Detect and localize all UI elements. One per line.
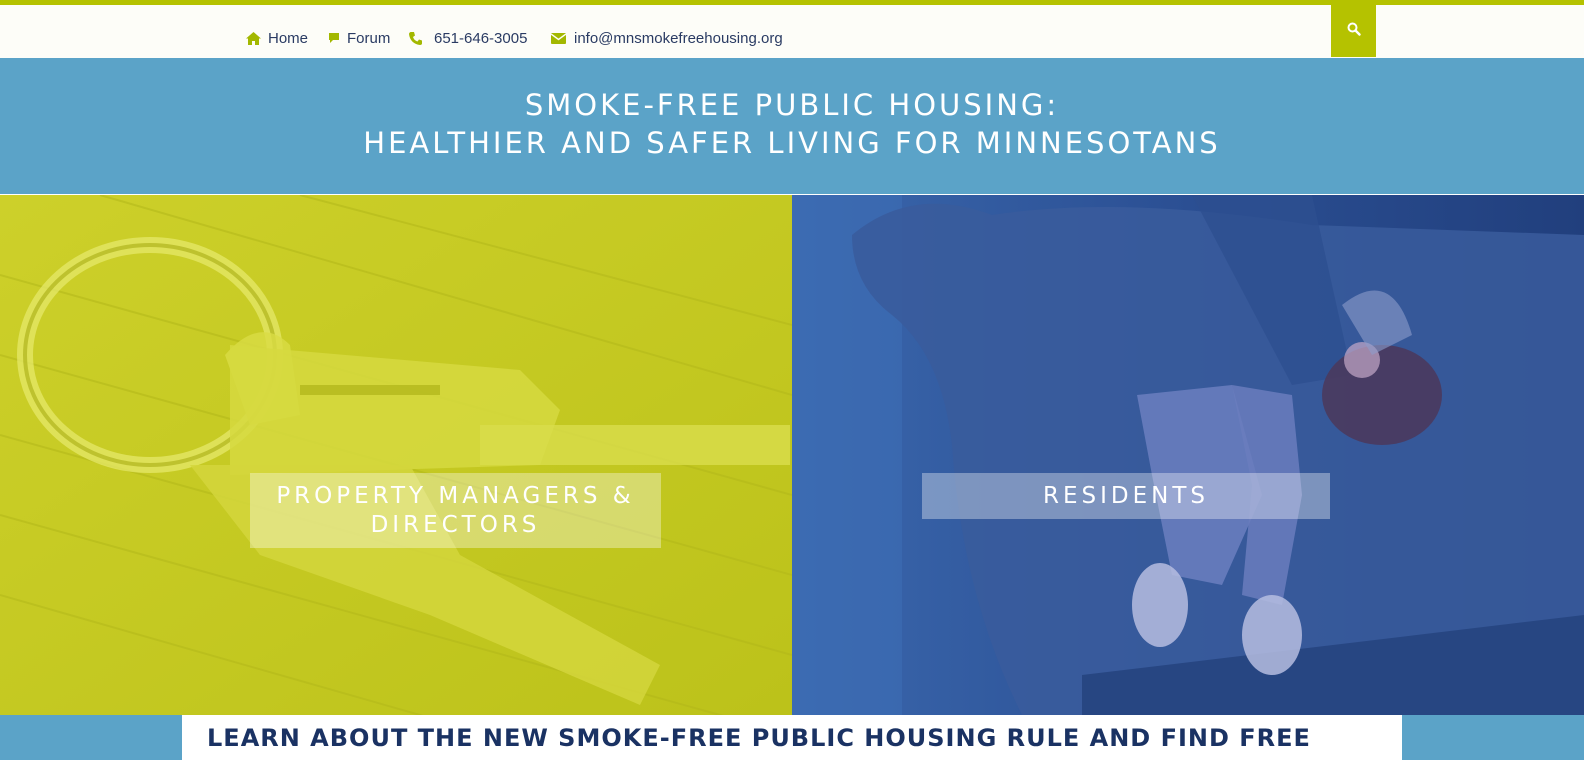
residents-panel[interactable]: RESIDENTS: [792, 195, 1584, 715]
nav-forum-label: Forum: [347, 29, 391, 47]
nav-email-label: info@mnsmokefreehousing.org: [574, 29, 783, 47]
envelope-icon: [551, 32, 566, 44]
nav-email-link[interactable]: info@mnsmokefreehousing.org: [551, 28, 783, 48]
hero-title-line-2: HEALTHIER AND SAFER LIVING FOR MINNESOTA…: [363, 126, 1221, 160]
hero-title-band: SMOKE-FREE PUBLIC HOUSING: HEALTHIER AND…: [0, 58, 1584, 194]
search-icon: [1347, 22, 1361, 41]
residents-label: RESIDENTS: [922, 473, 1330, 519]
child-and-puppy-photo: [792, 195, 1584, 715]
hero-title-line-1: SMOKE-FREE PUBLIC HOUSING:: [524, 88, 1060, 122]
announcement-banner[interactable]: LEARN ABOUT THE NEW SMOKE-FREE PUBLIC HO…: [182, 715, 1402, 760]
property-managers-label: PROPERTY MANAGERS & DIRECTORS: [250, 473, 661, 548]
nav-forum-link[interactable]: Forum: [328, 28, 390, 48]
property-managers-label-line-2: DIRECTORS: [370, 511, 541, 538]
phone-icon: [409, 31, 422, 45]
property-managers-label-line-1: PROPERTY MANAGERS &: [276, 482, 635, 509]
home-icon: [246, 31, 261, 45]
search-button[interactable]: [1331, 5, 1376, 57]
property-managers-panel[interactable]: PROPERTY MANAGERS & DIRECTORS: [0, 195, 792, 715]
nav-home-label: Home: [268, 29, 309, 47]
chat-bubble-icon: [328, 32, 340, 45]
announcement-text: LEARN ABOUT THE NEW SMOKE-FREE PUBLIC HO…: [207, 724, 1311, 752]
top-navigation-bar: Home Forum 651-646-3005 info@mnsmokefree…: [0, 5, 1584, 58]
keys-photo: [0, 195, 792, 715]
nav-home-link[interactable]: Home: [246, 28, 308, 48]
nav-phone-label: 651-646-3005: [434, 29, 528, 47]
nav-phone-link[interactable]: 651-646-3005: [409, 28, 527, 48]
